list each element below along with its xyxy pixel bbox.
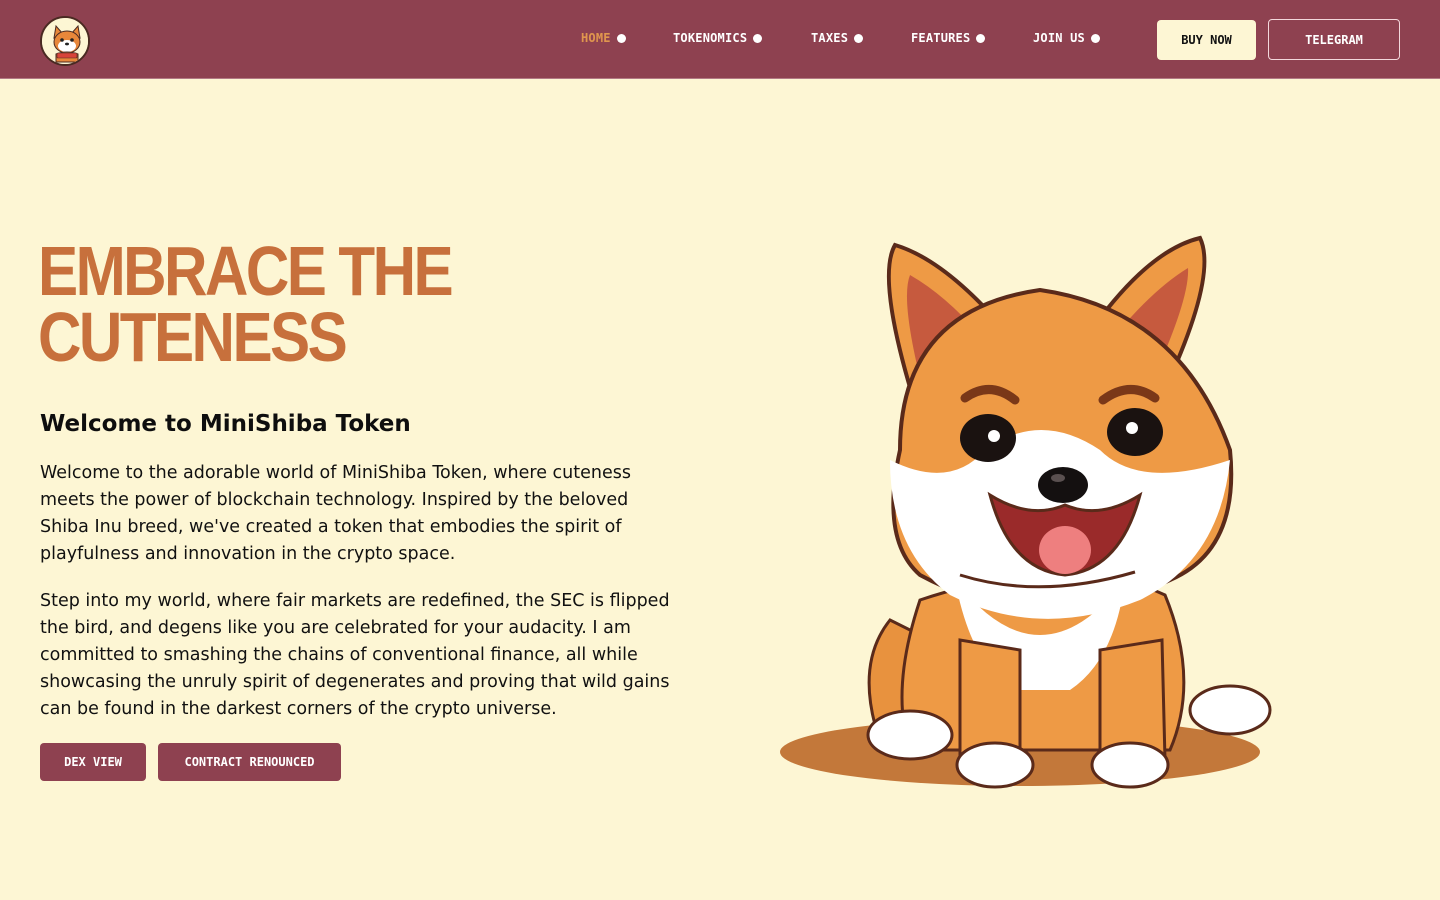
nav-item-join-us[interactable]: JOIN US xyxy=(1033,31,1100,45)
intro-paragraph: Welcome to the adorable world of MiniShi… xyxy=(40,463,631,564)
hero-subtitle: Welcome to MiniShiba Token xyxy=(40,411,411,437)
hero-title-line: CUTENESS xyxy=(38,298,348,376)
nav-item-tokenomics[interactable]: TOKENOMICS xyxy=(673,31,763,45)
dot-icon xyxy=(753,33,763,43)
dex-view-button[interactable]: DEX VIEW xyxy=(40,743,146,781)
nav-item-home[interactable]: HOME xyxy=(581,31,626,45)
dot-icon xyxy=(616,33,626,43)
hero-title-line: EMBRACE THE xyxy=(38,232,454,310)
nav-item-label: FEATURES xyxy=(911,31,971,45)
nav-item-label: HOME xyxy=(581,31,611,45)
dot-icon xyxy=(976,33,986,43)
dot-icon xyxy=(854,33,864,43)
nav-item-taxes[interactable]: TAXES xyxy=(811,31,864,45)
nav-item-label: JOIN US xyxy=(1033,31,1085,45)
mission-paragraph: Step into my world, where fair markets a… xyxy=(40,591,670,719)
dot-icon xyxy=(1090,33,1100,43)
shiba-dog-logo-icon[interactable] xyxy=(40,16,90,66)
telegram-button[interactable]: TELEGRAM xyxy=(1268,19,1400,60)
shiba-inu-puppy-illustration xyxy=(780,235,1272,789)
hero-title: EMBRACE THE CUTENESS xyxy=(38,232,520,376)
top-navbar: HOME TOKENOMICS TAXES FEATURES JOIN US B… xyxy=(0,0,1440,79)
nav-item-features[interactable]: FEATURES xyxy=(911,31,986,45)
contract-renounced-button[interactable]: CONTRACT RENOUNCED xyxy=(158,743,341,781)
buy-now-button[interactable]: BUY NOW xyxy=(1157,20,1256,60)
nav-item-label: TOKENOMICS xyxy=(673,31,748,45)
nav-item-label: TAXES xyxy=(811,31,849,45)
